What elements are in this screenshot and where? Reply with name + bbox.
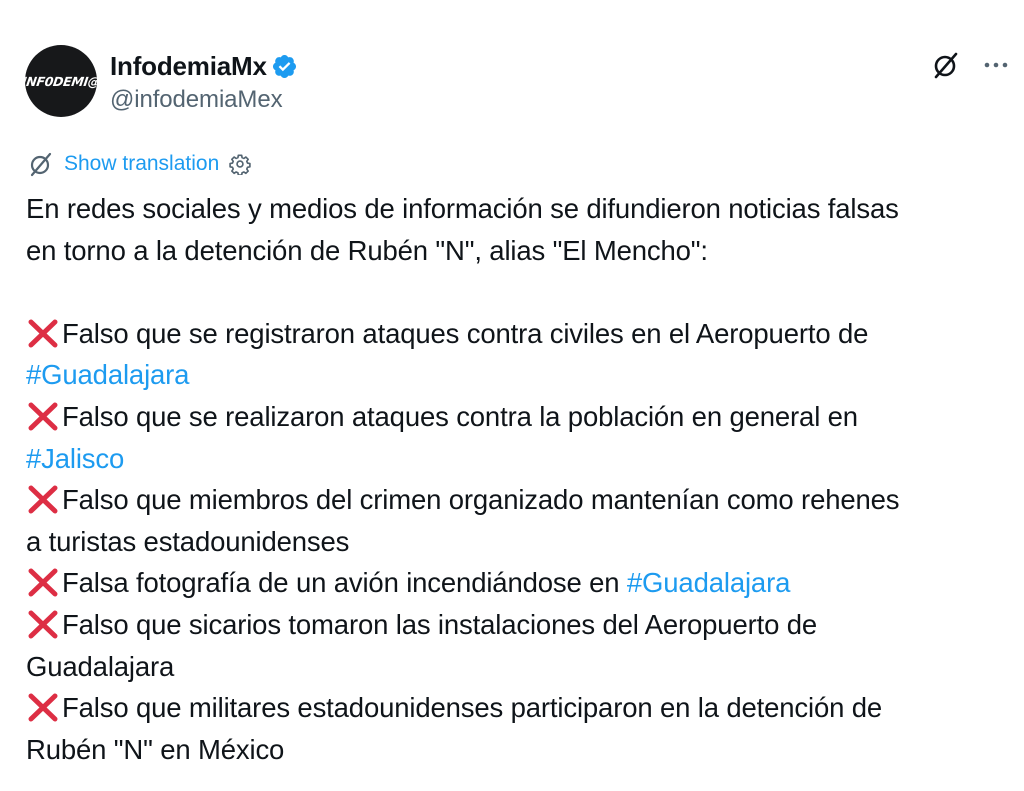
list-item-text: Falso que se realizaron ataques contra l… [62, 400, 858, 432]
post-intro-line: en torno a la detención de Rubén "N", al… [26, 234, 708, 266]
red-cross-mark-icon [26, 484, 60, 514]
hashtag-link[interactable]: #Guadalajara [627, 567, 790, 598]
red-cross-mark-icon [26, 692, 60, 722]
post-intro-line: En redes sociales y medios de informació… [26, 193, 899, 224]
translate-icon [28, 151, 54, 177]
gear-icon[interactable] [229, 153, 251, 176]
list-item-text: Guadalajara [26, 650, 175, 682]
list-item-text: Falso que miembros del crimen organizado… [62, 484, 900, 516]
red-cross-mark-icon [26, 401, 60, 431]
list-item: Falso que se registraron ataques contra … [26, 313, 1011, 355]
list-item-text: Rubén "N" en México [26, 733, 285, 765]
hashtag-link[interactable]: #Guadalajara [26, 354, 1011, 396]
list-item: Falsa fotografía de un avión incendiándo… [26, 562, 1011, 604]
list-item-text: Falso que sicarios tomaron las instalaci… [62, 608, 818, 640]
list-item: Falso que sicarios tomaron las instalaci… [26, 604, 1011, 646]
list-item: Falso que militares estadounidenses part… [26, 687, 1011, 729]
list-item-text: Falsa fotografía de un avión incendiándo… [62, 567, 627, 599]
list-item: Falso que miembros del crimen organizado… [26, 479, 1011, 521]
list-item: Falso que se realizaron ataques contra l… [26, 396, 1011, 438]
avatar-logo-text: INF0DEMI@ [25, 73, 97, 89]
avatar[interactable]: INF0DEMI@ [25, 45, 97, 117]
author-handle[interactable]: @infodemiaMex [110, 86, 298, 114]
grok-icon[interactable] [931, 50, 961, 80]
list-item-text: a turistas estadounidenses [26, 525, 350, 557]
author-block: InfodemiaMx @infodemiaMex [110, 50, 298, 114]
hashtag-link[interactable]: #Jalisco [26, 438, 1011, 480]
list-item-text: Falso que se registraron ataques contra … [62, 317, 869, 349]
verified-badge-icon[interactable] [271, 53, 298, 80]
more-options-icon[interactable] [983, 52, 1009, 78]
red-cross-mark-icon [26, 567, 60, 597]
list-item-text: Falso que militares estadounidenses part… [62, 692, 883, 724]
show-translation-row: Show translation [28, 150, 251, 178]
post-card: INF0DEMI@ InfodemiaMx @infodemiaMex Show… [0, 0, 1024, 791]
name-row: InfodemiaMx [110, 50, 298, 82]
author-display-name[interactable]: InfodemiaMx [110, 51, 267, 82]
show-translation-link[interactable]: Show translation [64, 152, 219, 176]
post-text: En redes sociales y medios de informació… [26, 188, 1011, 770]
red-cross-mark-icon [26, 318, 60, 348]
red-cross-mark-icon [26, 609, 60, 639]
top-actions [931, 50, 1009, 80]
